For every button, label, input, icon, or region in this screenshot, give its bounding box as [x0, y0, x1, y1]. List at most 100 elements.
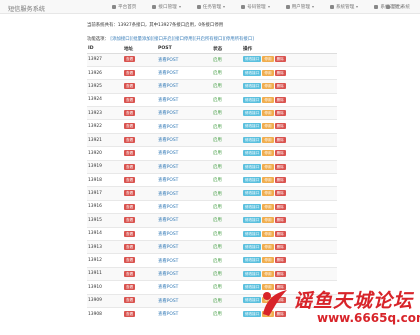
view-post-link[interactable]: 查看POST — [158, 205, 178, 210]
edit-interface-button[interactable]: 修改接口 — [243, 163, 262, 170]
view-post-link[interactable]: 查看POST — [158, 312, 178, 317]
disable-button[interactable]: 停用 — [262, 96, 274, 103]
nav-item-0[interactable]: 平台首页 — [112, 0, 136, 14]
view-post-link[interactable]: 查看POST — [158, 259, 178, 264]
view-address-button[interactable]: 查看 — [124, 297, 136, 304]
delete-button[interactable]: 删除 — [274, 96, 286, 103]
view-address-button[interactable]: 查看 — [124, 176, 136, 183]
nav-item-1[interactable]: 接口管理 — [152, 0, 181, 14]
view-post-link[interactable]: 查看POST — [158, 125, 178, 130]
view-post-link[interactable]: 查看POST — [158, 218, 178, 223]
function-link-3[interactable]: [接口停用] — [173, 37, 194, 42]
view-address-button[interactable]: 查看 — [124, 83, 136, 90]
disable-button[interactable]: 停用 — [262, 83, 274, 90]
delete-button[interactable]: 删除 — [274, 69, 286, 76]
view-post-link[interactable]: 查看POST — [158, 299, 178, 304]
disable-button[interactable]: 停用 — [262, 243, 274, 250]
disable-button[interactable]: 停用 — [262, 136, 274, 143]
disable-button[interactable]: 停用 — [262, 230, 274, 237]
view-address-button[interactable]: 查看 — [124, 110, 136, 116]
edit-interface-button[interactable]: 修改接口 — [243, 96, 262, 103]
view-address-button[interactable]: 查看 — [124, 163, 136, 170]
nav-item-5[interactable]: 系统管理 — [329, 0, 359, 14]
edit-interface-button[interactable]: 修改接口 — [243, 110, 262, 116]
edit-interface-button[interactable]: 修改接口 — [243, 217, 262, 224]
view-post-link[interactable]: 查看POST — [158, 71, 178, 76]
function-link-4[interactable]: [开启所有接口] — [194, 37, 224, 42]
edit-interface-button[interactable]: 修改接口 — [243, 69, 262, 76]
delete-button[interactable]: 删除 — [274, 257, 286, 264]
view-post-link[interactable]: 查看POST — [158, 165, 178, 170]
disable-button[interactable]: 停用 — [262, 69, 274, 76]
view-post-link[interactable]: 查看POST — [158, 245, 178, 250]
view-post-link[interactable]: 查看POST — [158, 98, 178, 103]
delete-button[interactable]: 删除 — [274, 56, 286, 63]
edit-interface-button[interactable]: 修改接口 — [243, 243, 262, 250]
view-address-button[interactable]: 查看 — [124, 243, 136, 250]
delete-button[interactable]: 删除 — [274, 176, 286, 183]
delete-button[interactable]: 删除 — [274, 217, 286, 224]
function-link-5[interactable]: [停用所有接口] — [224, 37, 254, 42]
view-address-button[interactable]: 查看 — [124, 257, 136, 264]
view-post-link[interactable]: 查看POST — [158, 151, 178, 156]
edit-interface-button[interactable]: 修改接口 — [243, 136, 262, 143]
delete-button[interactable]: 删除 — [274, 243, 286, 250]
view-address-button[interactable]: 查看 — [124, 96, 136, 103]
disable-button[interactable]: 停用 — [262, 176, 274, 183]
delete-button[interactable]: 删除 — [274, 163, 286, 170]
edit-interface-button[interactable]: 修改接口 — [243, 56, 262, 63]
edit-interface-button[interactable]: 修改接口 — [243, 83, 262, 90]
delete-button[interactable]: 删除 — [274, 190, 286, 197]
disable-button[interactable]: 停用 — [262, 190, 274, 197]
function-link-2[interactable]: [接口开启] — [152, 37, 173, 42]
disable-button[interactable]: 停用 — [262, 203, 274, 210]
delete-button[interactable]: 删除 — [274, 123, 286, 130]
nav-item-3[interactable]: 号码管理 — [241, 0, 270, 14]
view-address-button[interactable]: 查看 — [124, 56, 136, 63]
brand-title[interactable]: 短信服务系统 — [8, 4, 45, 13]
view-post-link[interactable]: 查看POST — [158, 272, 178, 277]
nav-item-4[interactable]: 用户管理 — [285, 0, 314, 14]
view-address-button[interactable]: 查看 — [124, 69, 136, 76]
view-address-button[interactable]: 查看 — [124, 217, 136, 224]
view-post-link[interactable]: 查看POST — [158, 178, 178, 183]
view-post-link[interactable]: 查看POST — [158, 285, 178, 290]
disable-button[interactable]: 停用 — [262, 270, 274, 277]
disable-button[interactable]: 停用 — [262, 150, 274, 157]
edit-interface-button[interactable]: 修改接口 — [243, 257, 262, 264]
view-address-button[interactable]: 查看 — [124, 270, 136, 277]
edit-interface-button[interactable]: 修改接口 — [243, 176, 262, 183]
view-address-button[interactable]: 查看 — [124, 190, 136, 197]
view-address-button[interactable]: 查看 — [124, 230, 136, 237]
delete-button[interactable]: 删除 — [274, 270, 286, 277]
disable-button[interactable]: 停用 — [262, 56, 274, 63]
view-post-link[interactable]: 查看POST — [158, 84, 178, 89]
delete-button[interactable]: 删除 — [274, 136, 286, 143]
edit-interface-button[interactable]: 修改接口 — [243, 190, 262, 197]
edit-interface-button[interactable]: 修改接口 — [243, 270, 262, 277]
edit-interface-button[interactable]: 修改接口 — [243, 230, 262, 237]
delete-button[interactable]: 删除 — [274, 203, 286, 210]
logout-button[interactable]: 退出系统 — [385, 0, 410, 14]
disable-button[interactable]: 停用 — [262, 123, 274, 130]
delete-button[interactable]: 删除 — [274, 83, 286, 90]
delete-button[interactable]: 删除 — [274, 150, 286, 157]
view-post-link[interactable]: 查看POST — [158, 192, 178, 197]
disable-button[interactable]: 停用 — [262, 217, 274, 224]
nav-item-2[interactable]: 任务管理 — [196, 0, 226, 14]
view-address-button[interactable]: 查看 — [124, 311, 136, 318]
view-address-button[interactable]: 查看 — [124, 123, 136, 130]
view-post-link[interactable]: 查看POST — [158, 111, 178, 116]
view-address-button[interactable]: 查看 — [124, 136, 136, 143]
delete-button[interactable]: 删除 — [274, 230, 286, 237]
disable-button[interactable]: 停用 — [262, 257, 274, 264]
view-post-link[interactable]: 查看POST — [158, 58, 178, 63]
disable-button[interactable]: 停用 — [262, 110, 274, 116]
view-post-link[interactable]: 查看POST — [158, 138, 178, 143]
disable-button[interactable]: 停用 — [262, 163, 274, 170]
view-address-button[interactable]: 查看 — [124, 284, 136, 291]
view-address-button[interactable]: 查看 — [124, 150, 136, 157]
function-link-1[interactable]: [批量添加] — [131, 37, 152, 42]
edit-interface-button[interactable]: 修改接口 — [243, 203, 262, 210]
view-address-button[interactable]: 查看 — [124, 203, 136, 210]
